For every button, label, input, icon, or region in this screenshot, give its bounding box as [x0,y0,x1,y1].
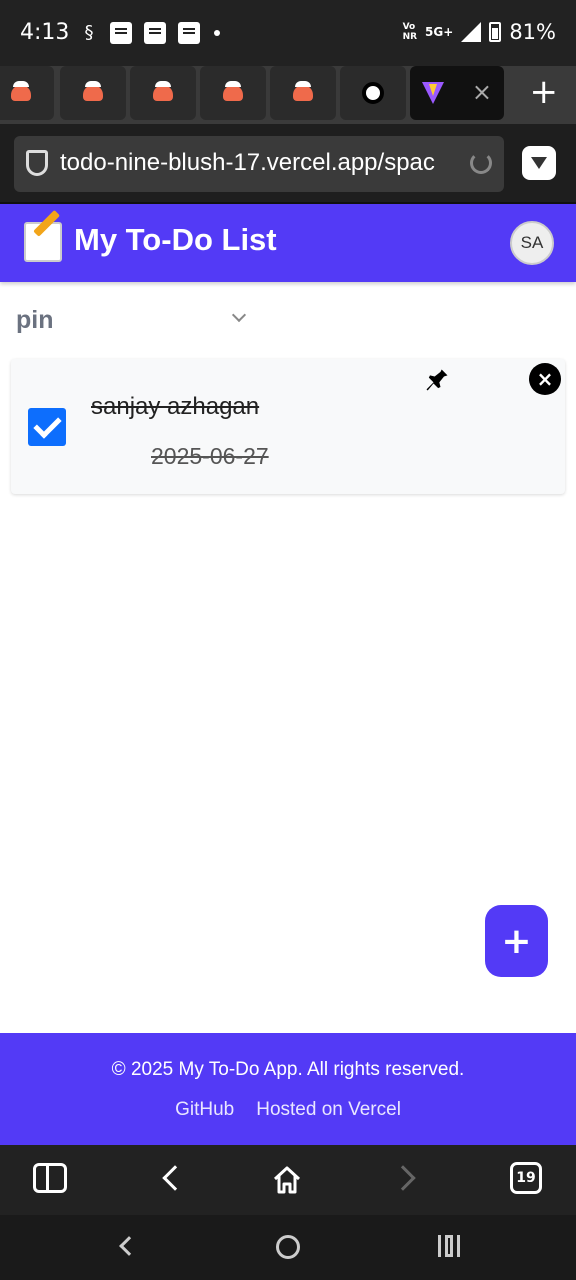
more-notifications-icon [214,30,220,36]
battery-percent: 81% [509,20,556,44]
todo-complete-checkbox[interactable] [28,408,66,446]
add-todo-button[interactable]: + [485,905,548,977]
app-header: My To-Do List SA [0,204,576,282]
filter-selected-value: pin [16,306,54,334]
browser-tab[interactable] [130,66,196,120]
battery-icon [489,22,502,42]
github-link[interactable]: GitHub [175,1099,234,1121]
delete-todo-button[interactable]: × [529,363,561,395]
shield-icon[interactable] [26,150,48,176]
avatar[interactable]: SA [510,221,554,265]
browser-tab[interactable] [60,66,126,120]
browser-toolbar: 19 [0,1145,576,1215]
notification-icon [110,22,132,44]
notification-icon [178,22,200,44]
notification-icon [144,22,166,44]
browser-tab[interactable] [200,66,266,120]
chevron-down-icon [231,307,247,323]
tab-switcher-button[interactable]: 19 [510,1162,542,1194]
footer-copyright: © 2025 My To-Do App. All rights reserved… [111,1059,465,1080]
footer: © 2025 My To-Do App. All rights reserved… [0,1033,576,1145]
tab-strip: × + [0,66,576,124]
page-title: My To-Do List [74,222,277,257]
forward-icon[interactable] [390,1165,416,1191]
address-row: todo-nine-blush-17.vercel.app/spac [0,124,576,204]
url-text[interactable]: todo-nine-blush-17.vercel.app/spac [60,149,460,177]
browser-tab[interactable] [270,66,336,120]
pin-icon[interactable] [423,365,451,395]
new-tab-button[interactable]: + [530,72,559,112]
system-nav-bar [0,1215,576,1280]
clock-favicon-icon [362,82,384,104]
system-back-icon[interactable] [119,1236,139,1256]
vercel-link[interactable]: Hosted on Vercel [256,1099,401,1121]
browser-tab[interactable] [0,66,54,120]
status-bar: 4:13 § Vo NR 5G+ 81% [0,0,576,66]
todo-item: sanjay azhagan 2025-06-27 × [11,359,565,494]
todo-title: sanjay azhagan [91,393,260,420]
favicon-icon [153,81,173,101]
footer-links: GitHub Hosted on Vercel [0,1099,576,1121]
network-type: 5G+ [425,25,454,39]
todo-date: 2025-06-27 [151,443,269,469]
system-recents-icon[interactable] [438,1235,460,1257]
favicon-icon [223,81,243,101]
panel-icon[interactable] [33,1163,67,1193]
volte-indicator: Vo NR [402,22,418,42]
browser-tab[interactable] [340,66,406,120]
vite-favicon-icon [422,82,444,104]
status-time: 4:13 [20,20,70,45]
active-browser-tab[interactable]: × [410,66,504,120]
close-tab-icon[interactable]: × [472,78,492,106]
system-home-icon[interactable] [276,1235,300,1259]
favicon-icon [11,81,31,101]
sync-icon: § [84,22,94,43]
favicon-icon [293,81,313,101]
address-bar[interactable]: todo-nine-blush-17.vercel.app/spac [14,136,504,192]
home-icon[interactable] [272,1165,302,1195]
status-indicators: Vo NR 5G+ 81% [403,20,556,44]
notification-icons: § [80,22,220,44]
vivaldi-menu-icon[interactable] [522,146,556,180]
filter-select[interactable]: pin [16,302,256,342]
memo-icon [24,222,62,262]
reload-icon[interactable] [470,152,492,174]
signal-icon [461,22,482,42]
favicon-icon [83,81,103,101]
back-icon[interactable] [162,1165,188,1191]
